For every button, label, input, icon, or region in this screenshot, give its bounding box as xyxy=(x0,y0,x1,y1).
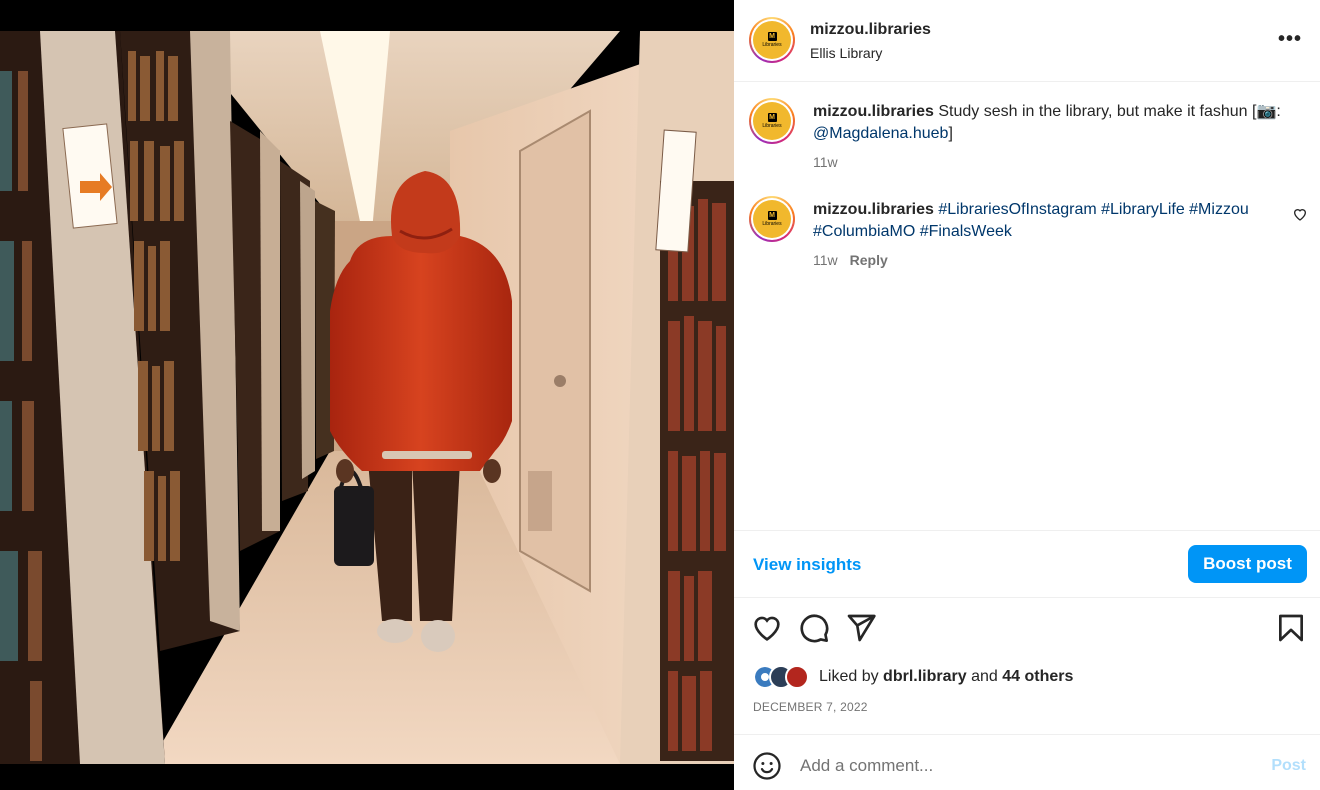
action-bar xyxy=(734,612,1320,646)
share-send-icon[interactable] xyxy=(845,612,877,644)
comment-icon[interactable] xyxy=(798,612,830,644)
post-header: M Libraries mizzou.libraries Ellis Librar… xyxy=(734,0,1320,82)
caption-colon: : xyxy=(1276,103,1281,120)
liker-avatars[interactable] xyxy=(753,665,813,689)
caption-text: mizzou.libraries Study sesh in the libra… xyxy=(813,101,1293,145)
add-comment-bar: Post xyxy=(734,734,1320,790)
mention-link[interactable]: @Magdalena.hueb xyxy=(813,125,948,142)
like-heart-icon[interactable] xyxy=(751,612,783,644)
like-comment-heart-icon[interactable] xyxy=(1292,206,1308,222)
liker-avatar xyxy=(785,665,809,689)
emoji-icon[interactable] xyxy=(752,751,782,781)
caption-avatar[interactable]: M Libraries xyxy=(749,98,795,144)
post-image[interactable] xyxy=(0,0,734,790)
liked-and: and xyxy=(971,668,998,685)
comment-time[interactable]: 11w xyxy=(813,252,838,268)
reply-button[interactable]: Reply xyxy=(850,252,888,268)
comment-input[interactable] xyxy=(800,753,1240,779)
liked-by-label: Liked by xyxy=(819,668,879,685)
caption-time[interactable]: 11w xyxy=(813,154,838,170)
mizzou-libraries-logo: M Libraries xyxy=(753,21,791,59)
caption-close: ] xyxy=(948,125,953,142)
post-location[interactable]: Ellis Library xyxy=(810,45,882,61)
comment-text: mizzou.libraries #LibrariesOfInstagram #… xyxy=(813,199,1293,243)
more-horizontal-icon[interactable]: ••• xyxy=(1278,28,1302,51)
boost-post-button[interactable]: Boost post xyxy=(1188,545,1307,583)
camera-icon: 📷 xyxy=(1256,103,1277,120)
comment-username[interactable]: mizzou.libraries xyxy=(813,201,934,218)
comment-avatar[interactable]: M Libraries xyxy=(749,196,795,242)
insights-bar: View insights Boost post xyxy=(734,530,1320,598)
author-username[interactable]: mizzou.libraries xyxy=(810,21,931,39)
comment-meta: 11w Reply xyxy=(813,252,888,268)
author-avatar[interactable]: M Libraries xyxy=(749,17,795,63)
view-insights-link[interactable]: View insights xyxy=(753,555,861,575)
caption-body: Study sesh in the library, but make it f… xyxy=(938,103,1257,120)
post-comment-button[interactable]: Post xyxy=(1271,757,1306,775)
post-date[interactable]: DECEMBER 7, 2022 xyxy=(753,700,868,714)
likes-others-link[interactable]: 44 others xyxy=(1002,668,1073,686)
liked-by-user[interactable]: dbrl.library xyxy=(883,668,967,686)
caption-username[interactable]: mizzou.libraries xyxy=(813,103,934,120)
save-bookmark-icon[interactable] xyxy=(1275,612,1307,644)
mizzou-libraries-logo: M Libraries xyxy=(753,102,791,140)
library-aisle-photo xyxy=(0,31,734,764)
post-detail-panel: M Libraries mizzou.libraries Ellis Librar… xyxy=(734,0,1320,790)
likes-summary: Liked by dbrl.library and 44 others xyxy=(753,664,1073,690)
mizzou-libraries-logo: M Libraries xyxy=(753,200,791,238)
